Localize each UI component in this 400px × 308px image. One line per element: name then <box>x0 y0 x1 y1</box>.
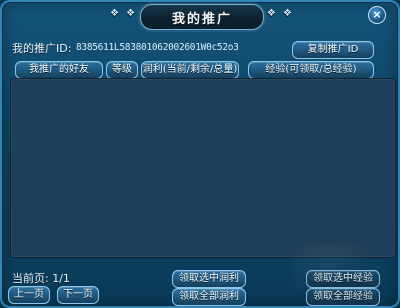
claim-selected-profit-button[interactable]: 领取选中润利 <box>172 270 246 288</box>
next-page-button[interactable]: 下一页 <box>57 286 99 304</box>
column-header-level[interactable]: 等级 <box>106 61 138 79</box>
claim-all-experience-button[interactable]: 领取全部经验 <box>306 288 380 306</box>
copy-promotion-id-button[interactable]: 复制推广ID <box>292 41 374 59</box>
current-page: 当前页: 1/1 <box>12 270 70 286</box>
promotion-window: ❖ ❖ 我的推广 ❖ ❖ × 我的推广ID: 8385611L583801062… <box>0 0 400 308</box>
current-page-label: 当前页: <box>12 272 49 285</box>
window-title: 我的推广 <box>140 4 264 30</box>
promotion-id-label: 我的推广ID: <box>12 42 72 55</box>
promotion-friends-list[interactable] <box>10 78 396 258</box>
promotion-id-value: 8385611L583801062002601W0c52o3 <box>76 42 239 53</box>
column-header-friends[interactable]: 我推广的好友 <box>15 61 103 79</box>
close-icon[interactable]: × <box>368 6 386 24</box>
prev-page-button[interactable]: 上一页 <box>8 286 50 304</box>
claim-all-profit-button[interactable]: 领取全部润利 <box>172 288 246 306</box>
current-page-value: 1/1 <box>52 272 70 285</box>
title-ornament-left: ❖ ❖ <box>110 8 138 19</box>
claim-selected-experience-button[interactable]: 领取选中经验 <box>306 270 380 288</box>
column-header-profit[interactable]: 润利(当前/剩余/总量) <box>141 61 239 79</box>
column-header-experience[interactable]: 经验(可领取/总经验) <box>248 61 374 79</box>
title-bar: ❖ ❖ 我的推广 ❖ ❖ <box>2 2 400 32</box>
title-ornament-right: ❖ ❖ <box>266 8 294 19</box>
